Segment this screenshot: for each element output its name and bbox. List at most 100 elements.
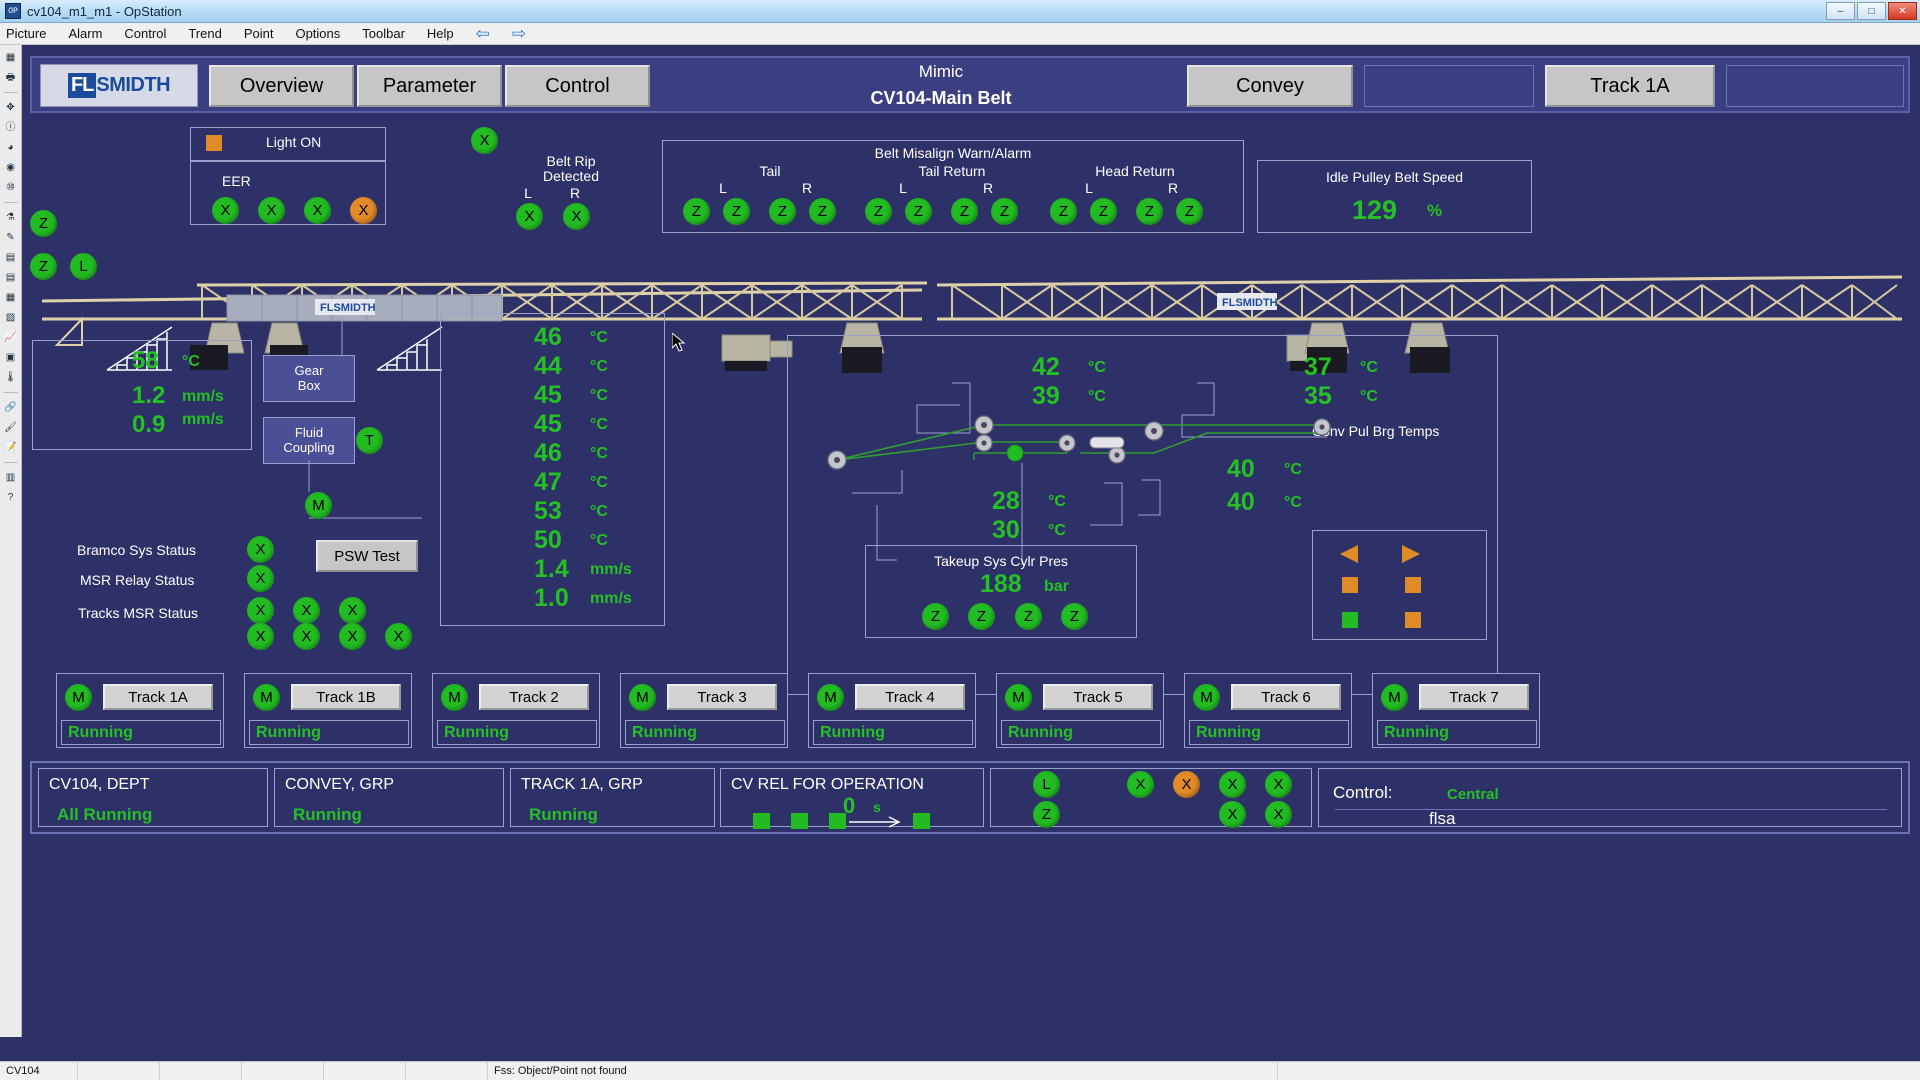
standalone-indicator[interactable]: X: [471, 127, 498, 154]
track-tile-7[interactable]: M Track 6 Running: [1184, 673, 1352, 748]
menu-item-help[interactable]: Help: [427, 26, 454, 41]
cursor-icon[interactable]: ✥: [3, 100, 19, 115]
bottom-indicator-row1-4[interactable]: X: [1265, 771, 1292, 798]
alarm-icon[interactable]: ◉: [3, 160, 19, 175]
track-button-1[interactable]: Track 1A: [103, 684, 213, 710]
table-icon[interactable]: ▦: [3, 290, 19, 305]
track-motor-indicator-3[interactable]: M: [441, 684, 468, 711]
msr-relay-status-indicator[interactable]: X: [247, 565, 274, 592]
window-icon[interactable]: ▥: [3, 470, 19, 485]
page-icon[interactable]: ▤: [3, 250, 19, 265]
document-icon[interactable]: ▣: [3, 350, 19, 365]
temperature-icon[interactable]: 🌡: [3, 370, 19, 385]
bottom-indicator-row1-1[interactable]: X: [1127, 771, 1154, 798]
track-motor-indicator-8[interactable]: M: [1381, 684, 1408, 711]
overview-button[interactable]: Overview: [209, 65, 354, 107]
takeup-cylr-indicator-1[interactable]: Z: [922, 603, 949, 630]
flask-icon[interactable]: ⚗: [3, 210, 19, 225]
bottom-indicator-l[interactable]: L: [1033, 771, 1060, 798]
header-slot-empty-1[interactable]: [1364, 65, 1534, 107]
menu-item-trend[interactable]: Trend: [188, 26, 221, 41]
track-motor-indicator-2[interactable]: M: [253, 684, 280, 711]
track-button-2[interactable]: Track 1B: [291, 684, 401, 710]
misalign-head-return-indicator-1[interactable]: Z: [1050, 198, 1077, 225]
menu-item-picture[interactable]: Picture: [6, 26, 46, 41]
takeup-cylr-indicator-3[interactable]: Z: [1015, 603, 1042, 630]
misalign-tail-indicator-2[interactable]: Z: [723, 198, 750, 225]
misalign-tail-return-indicator-4[interactable]: Z: [991, 198, 1018, 225]
track-motor-indicator-1[interactable]: M: [65, 684, 92, 711]
tracks-msr-extra-indicator-1[interactable]: X: [247, 623, 274, 650]
header-slot-empty-2[interactable]: [1726, 65, 1904, 107]
back-arrow-icon[interactable]: ⇦: [476, 25, 490, 42]
track-button-8[interactable]: Track 7: [1419, 684, 1529, 710]
track-tile-6[interactable]: M Track 5 Running: [996, 673, 1164, 748]
left-edge-indicator-2[interactable]: Z: [30, 253, 57, 280]
track-button-4[interactable]: Track 3: [667, 684, 777, 710]
tracks-msr-indicator-1[interactable]: X: [247, 597, 274, 624]
forward-arrow-icon[interactable]: ⇨: [512, 25, 526, 42]
track-tile-2[interactable]: M Track 1B Running: [244, 673, 412, 748]
track-button-3[interactable]: Track 2: [479, 684, 589, 710]
bramco-sys-status-indicator[interactable]: X: [247, 536, 274, 563]
close-button[interactable]: ✕: [1888, 2, 1917, 20]
misalign-head-return-indicator-4[interactable]: Z: [1176, 198, 1203, 225]
eer-indicator-2[interactable]: X: [258, 197, 285, 224]
track-tile-5[interactable]: M Track 4 Running: [808, 673, 976, 748]
convey-button[interactable]: Convey: [1187, 65, 1353, 107]
gearbox-block[interactable]: Gear Box: [263, 355, 355, 402]
chart-icon[interactable]: ▨: [3, 310, 19, 325]
bottom-indicator-row2-2[interactable]: X: [1265, 801, 1292, 828]
track-tile-8[interactable]: M Track 7 Running: [1372, 673, 1540, 748]
pen-icon[interactable]: ✎: [3, 230, 19, 245]
misalign-head-return-indicator-3[interactable]: Z: [1136, 198, 1163, 225]
track-motor-indicator-4[interactable]: M: [629, 684, 656, 711]
info-icon[interactable]: ⓘ: [3, 120, 19, 135]
misalign-tail-return-indicator-1[interactable]: Z: [865, 198, 892, 225]
track-button-7[interactable]: Track 6: [1231, 684, 1341, 710]
menu-item-point[interactable]: Point: [244, 26, 274, 41]
track-motor-indicator-6[interactable]: M: [1005, 684, 1032, 711]
minimize-button[interactable]: –: [1826, 2, 1855, 20]
tracks-msr-extra-indicator-3[interactable]: X: [339, 623, 366, 650]
track-button-6[interactable]: Track 5: [1043, 684, 1153, 710]
bottom-indicator-z[interactable]: Z: [1033, 801, 1060, 828]
fluid-coupling-temp-indicator[interactable]: T: [356, 427, 383, 454]
track-tile-4[interactable]: M Track 3 Running: [620, 673, 788, 748]
track-motor-indicator-7[interactable]: M: [1193, 684, 1220, 711]
help-icon[interactable]: ?: [3, 490, 19, 505]
light-status-square[interactable]: [206, 135, 222, 151]
misalign-tail-return-indicator-2[interactable]: Z: [905, 198, 932, 225]
numbers-icon[interactable]: ⑩: [3, 180, 19, 195]
eer-indicator-1[interactable]: X: [212, 197, 239, 224]
motor-indicator[interactable]: M: [305, 492, 332, 519]
track-motor-indicator-5[interactable]: M: [817, 684, 844, 711]
eer-indicator-4[interactable]: X: [350, 197, 377, 224]
track-tile-3[interactable]: M Track 2 Running: [432, 673, 600, 748]
menu-item-control[interactable]: Control: [124, 26, 166, 41]
belt-rip-right-indicator[interactable]: X: [563, 203, 590, 230]
misalign-head-return-indicator-2[interactable]: Z: [1090, 198, 1117, 225]
tracks-msr-indicator-3[interactable]: X: [339, 597, 366, 624]
edit-icon[interactable]: 📝: [3, 440, 19, 455]
misalign-tail-indicator-1[interactable]: Z: [683, 198, 710, 225]
trend-icon[interactable]: 📈: [3, 330, 19, 345]
takeup-cylr-indicator-2[interactable]: Z: [968, 603, 995, 630]
printer-icon[interactable]: 🖶: [3, 70, 19, 85]
bottom-indicator-row1-3[interactable]: X: [1219, 771, 1246, 798]
bottom-indicator-row2-1[interactable]: X: [1219, 801, 1246, 828]
misalign-tail-indicator-3[interactable]: Z: [769, 198, 796, 225]
misalign-tail-return-indicator-3[interactable]: Z: [951, 198, 978, 225]
bottom-indicator-row1-2[interactable]: X: [1173, 771, 1200, 798]
belt-rip-left-indicator[interactable]: X: [516, 203, 543, 230]
control-button[interactable]: Control: [505, 65, 650, 107]
menu-item-toolbar[interactable]: Toolbar: [362, 26, 405, 41]
menu-item-alarm[interactable]: Alarm: [68, 26, 102, 41]
list-icon[interactable]: ▤: [3, 270, 19, 285]
takeup-cylr-indicator-4[interactable]: Z: [1061, 603, 1088, 630]
menu-item-options[interactable]: Options: [295, 26, 340, 41]
maximize-button[interactable]: □: [1857, 2, 1886, 20]
track-button-5[interactable]: Track 4: [855, 684, 965, 710]
clock-icon[interactable]: ◕: [3, 140, 19, 155]
fluid-coupling-block[interactable]: Fluid Coupling: [263, 417, 355, 464]
